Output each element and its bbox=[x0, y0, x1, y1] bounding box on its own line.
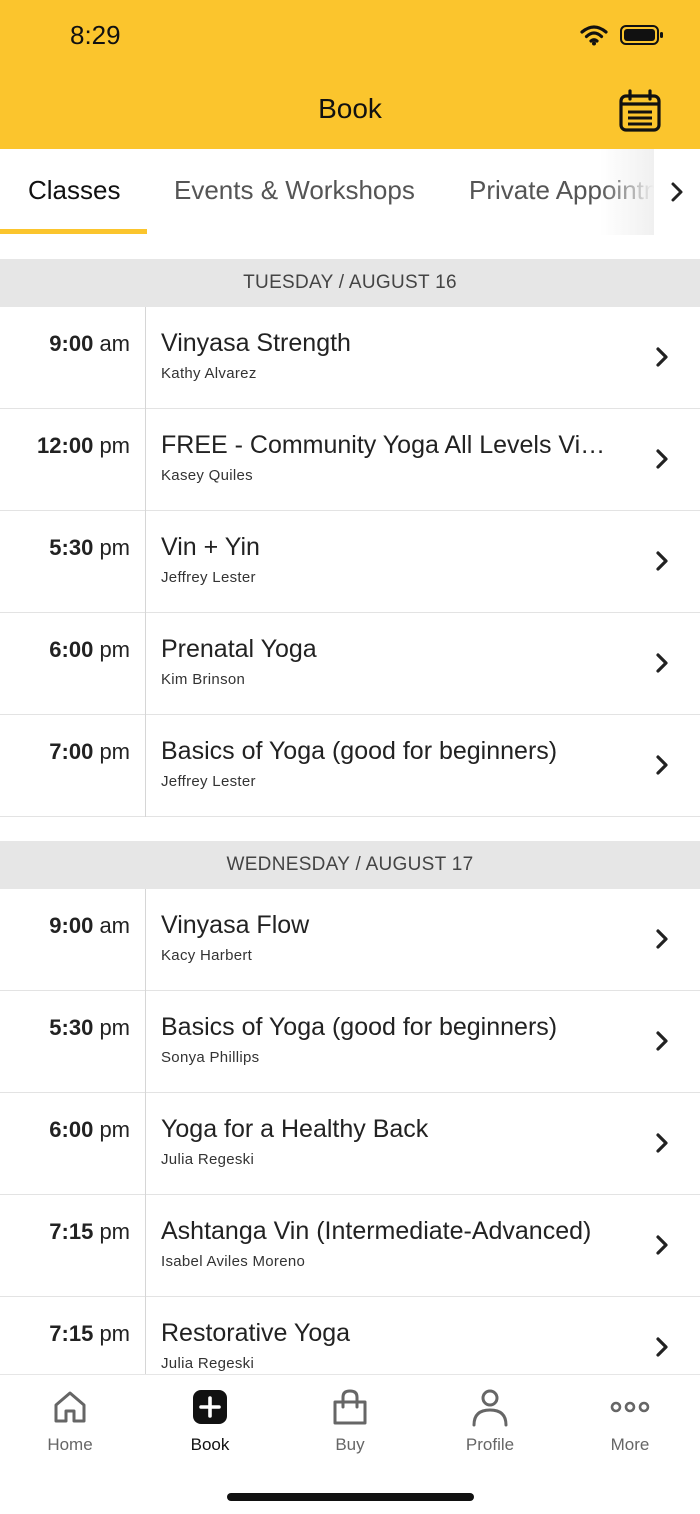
class-row[interactable]: 6:00 pm Yoga for a Healthy Back Julia Re… bbox=[0, 1093, 700, 1195]
nav-home[interactable]: Home bbox=[0, 1387, 140, 1455]
class-instructor: Kacy Harbert bbox=[161, 947, 253, 964]
class-schedule-list[interactable]: TUESDAY / AUGUST 16 9:00 am Vinyasa Stre… bbox=[0, 235, 700, 1374]
app-header: 8:29 Book bbox=[0, 0, 700, 149]
nav-label: Home bbox=[47, 1435, 93, 1454]
class-title: FREE - Community Yoga All Levels Vi… bbox=[161, 431, 606, 459]
nav-profile[interactable]: Profile bbox=[420, 1387, 560, 1455]
class-instructor: Kim Brinson bbox=[161, 671, 246, 688]
chevron-right-icon bbox=[656, 1133, 668, 1153]
class-time: 7:00 pm bbox=[49, 739, 130, 764]
class-row[interactable]: 7:15 pm Ashtanga Vin (Intermediate-Advan… bbox=[0, 1195, 700, 1297]
tab-fade bbox=[600, 149, 654, 235]
class-time: 7:15 pm bbox=[49, 1321, 130, 1346]
tab-events-workshops[interactable]: Events & Workshops bbox=[174, 175, 415, 206]
class-title: Ashtanga Vin (Intermediate-Advanced) bbox=[161, 1217, 592, 1245]
class-title: Prenatal Yoga bbox=[161, 635, 317, 663]
chevron-right-icon bbox=[656, 929, 668, 949]
class-title: Vinyasa Strength bbox=[161, 329, 351, 357]
nav-buy[interactable]: Buy bbox=[280, 1387, 420, 1455]
class-row[interactable]: 5:30 pm Vin + Yin Jeffrey Lester bbox=[0, 511, 700, 613]
chevron-right-icon bbox=[656, 551, 668, 571]
chevron-right-icon bbox=[671, 182, 683, 202]
class-row[interactable]: 5:30 pm Basics of Yoga (good for beginne… bbox=[0, 991, 700, 1093]
calendar-button[interactable] bbox=[618, 89, 662, 133]
category-tabs: Classes Events & Workshops Private Appoi… bbox=[0, 149, 700, 235]
home-icon bbox=[54, 1391, 86, 1423]
chevron-right-icon bbox=[656, 1235, 668, 1255]
nav-label: Buy bbox=[335, 1435, 365, 1454]
class-instructor: Kathy Alvarez bbox=[161, 365, 257, 382]
plus-square-icon bbox=[193, 1390, 227, 1424]
home-indicator bbox=[227, 1493, 474, 1501]
class-row[interactable]: 9:00 am Vinyasa Flow Kacy Harbert bbox=[0, 889, 700, 991]
class-title: Basics of Yoga (good for beginners) bbox=[161, 1013, 558, 1041]
class-row[interactable]: 9:00 am Vinyasa Strength Kathy Alvarez bbox=[0, 307, 700, 409]
class-title: Yoga for a Healthy Back bbox=[161, 1115, 429, 1143]
active-tab-indicator bbox=[0, 229, 147, 234]
class-title: Vin + Yin bbox=[161, 533, 260, 561]
nav-label: Profile bbox=[465, 1435, 515, 1454]
tab-classes[interactable]: Classes bbox=[28, 175, 120, 206]
nav-book[interactable]: Book bbox=[140, 1387, 280, 1455]
person-icon bbox=[472, 1389, 508, 1427]
status-time: 8:29 bbox=[70, 20, 121, 50]
class-row[interactable]: 12:00 pm FREE - Community Yoga All Level… bbox=[0, 409, 700, 511]
more-dots-icon bbox=[610, 1401, 650, 1413]
wifi-icon bbox=[580, 25, 608, 46]
chevron-right-icon bbox=[656, 449, 668, 469]
chevron-right-icon bbox=[656, 1337, 668, 1357]
status-icons bbox=[580, 24, 664, 46]
shopping-bag-icon bbox=[333, 1389, 367, 1425]
day-header: WEDNESDAY / AUGUST 17 bbox=[0, 841, 700, 889]
bottom-tab-bar: Home Book Buy Profile More bbox=[0, 1374, 700, 1514]
class-instructor: Julia Regeski bbox=[161, 1355, 255, 1372]
class-instructor: Kasey Quiles bbox=[161, 467, 253, 484]
tabs-scroll-right-button[interactable] bbox=[654, 149, 700, 235]
calendar-icon bbox=[619, 89, 661, 132]
class-row[interactable]: 7:15 pm Restorative Yoga Julia Regeski bbox=[0, 1297, 700, 1374]
class-time: 12:00 pm bbox=[37, 433, 130, 458]
class-instructor: Jeffrey Lester bbox=[161, 773, 256, 790]
chevron-right-icon bbox=[656, 347, 668, 367]
nav-label: Book bbox=[190, 1435, 230, 1454]
class-title: Basics of Yoga (good for beginners) bbox=[161, 737, 558, 765]
page-title: Book bbox=[318, 93, 382, 124]
class-time: 9:00 am bbox=[49, 913, 130, 938]
class-row[interactable]: 7:00 pm Basics of Yoga (good for beginne… bbox=[0, 715, 700, 817]
day-header: TUESDAY / AUGUST 16 bbox=[0, 259, 700, 307]
nav-label: More bbox=[610, 1435, 650, 1454]
class-time: 5:30 pm bbox=[49, 535, 130, 560]
class-instructor: Sonya Phillips bbox=[161, 1049, 260, 1066]
class-time: 6:00 pm bbox=[49, 637, 130, 662]
nav-more[interactable]: More bbox=[560, 1387, 700, 1455]
class-row[interactable]: 6:00 pm Prenatal Yoga Kim Brinson bbox=[0, 613, 700, 715]
class-time: 5:30 pm bbox=[49, 1015, 130, 1040]
chevron-right-icon bbox=[656, 1031, 668, 1051]
chevron-right-icon bbox=[656, 653, 668, 673]
class-time: 6:00 pm bbox=[49, 1117, 130, 1142]
class-time: 9:00 am bbox=[49, 331, 130, 356]
class-time: 7:15 pm bbox=[49, 1219, 130, 1244]
battery-icon bbox=[620, 25, 663, 45]
class-instructor: Isabel Aviles Moreno bbox=[161, 1253, 306, 1270]
class-instructor: Jeffrey Lester bbox=[161, 569, 256, 586]
class-instructor: Julia Regeski bbox=[161, 1151, 255, 1168]
class-title: Restorative Yoga bbox=[161, 1319, 351, 1347]
class-title: Vinyasa Flow bbox=[161, 911, 310, 939]
chevron-right-icon bbox=[656, 755, 668, 775]
